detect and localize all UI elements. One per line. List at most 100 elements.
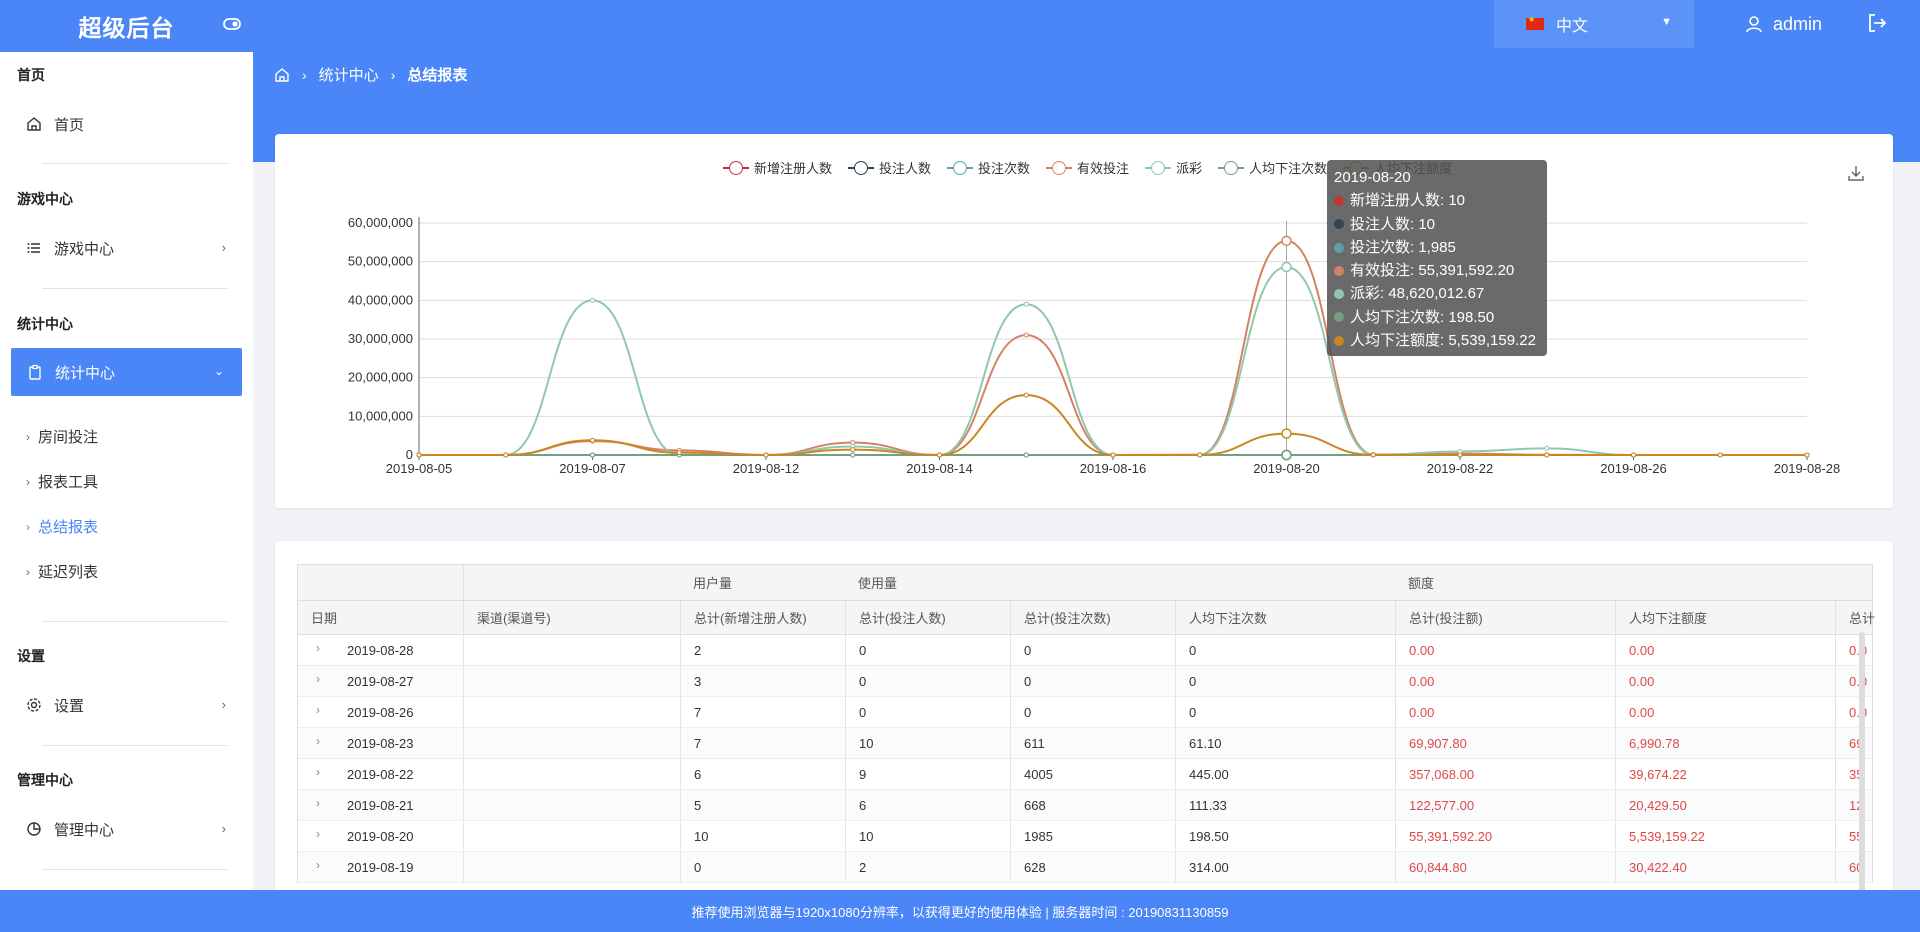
table-cell-channel — [463, 728, 680, 758]
table-cell-channel — [463, 852, 680, 882]
expand-row-icon[interactable]: › — [316, 672, 320, 686]
china-flag-icon — [1526, 15, 1544, 30]
data-point — [1370, 452, 1376, 458]
section-title-game: 游戏中心 — [17, 191, 73, 207]
data-point — [1804, 452, 1810, 458]
table-cell-bettors: 6 — [845, 790, 1010, 820]
table-cell-date: 2019-08-22 — [347, 766, 414, 782]
table-row[interactable]: ›2019-08-2820000.000.000.0 — [298, 635, 1872, 666]
expand-row-icon[interactable]: › — [316, 858, 320, 872]
user-menu[interactable]: admin — [1745, 0, 1822, 48]
table-row[interactable]: ›2019-08-2670000.000.000.0 — [298, 697, 1872, 728]
column-header[interactable]: 日期 — [298, 601, 463, 634]
series-line-6 — [419, 394, 1807, 457]
home-icon — [27, 117, 41, 131]
sidebar-item-admin-center[interactable]: 管理中心 › — [26, 818, 236, 840]
column-header[interactable]: 人均下注额度 — [1615, 601, 1835, 634]
expand-row-icon[interactable]: › — [316, 765, 320, 779]
sidebar-subitem-report-tools[interactable]: › 报表工具 — [26, 471, 98, 492]
data-point — [1281, 235, 1292, 247]
series-line-4 — [419, 266, 1807, 457]
expand-row-icon[interactable]: › — [316, 734, 320, 748]
table-cell-channel — [463, 666, 680, 696]
table-cell-bets: 628 — [1010, 852, 1175, 882]
sidebar-item-label: 首页 — [54, 116, 85, 134]
logout-icon[interactable] — [1866, 12, 1888, 37]
series-dot-icon — [1334, 289, 1344, 300]
home-icon[interactable] — [274, 67, 290, 83]
table-cell-channel — [463, 697, 680, 727]
x-tick-label: 2019-08-20 — [1253, 461, 1320, 476]
column-header[interactable]: 总计 — [1835, 601, 1893, 634]
table-row[interactable]: › 2019-08-19 0 2 628 314.00 60,844.80 30,422.40… — [298, 852, 1872, 883]
data-point — [1023, 332, 1029, 338]
table-cell-channel — [463, 821, 680, 851]
sidebar-item-label: 统计中心 — [55, 364, 116, 382]
column-header[interactable]: 总计(投注额) — [1395, 601, 1615, 634]
expand-row-icon[interactable]: › — [316, 827, 320, 841]
x-tick-label: 2019-08-26 — [1600, 461, 1667, 476]
sidebar-subitem-delay-list[interactable]: › 延迟列表 — [26, 561, 98, 582]
subitem-label: 房间投注 — [38, 429, 99, 446]
table-cell-amount: 0.00 — [1395, 635, 1615, 665]
y-tick-label: 40,000,000 — [348, 292, 413, 307]
subitem-label: 延迟列表 — [38, 564, 99, 581]
list-icon — [27, 243, 40, 253]
expand-row-icon[interactable]: › — [316, 641, 320, 655]
table-cell-bets: 4005 — [1010, 759, 1175, 789]
table-cell-reg: 6 — [680, 759, 845, 789]
table-cell-amount: 69,907.80 — [1395, 728, 1615, 758]
x-tick-label: 2019-08-12 — [733, 461, 800, 476]
table-cell-avg-amount: 6,990.78 — [1615, 728, 1835, 758]
sidebar-subitem-room-bets[interactable]: › 房间投注 — [26, 426, 98, 447]
pie-chart-icon — [27, 822, 41, 836]
data-point — [1717, 452, 1723, 458]
app-logo[interactable]: 超级后台 — [0, 0, 253, 52]
chevron-right-icon: › — [221, 697, 226, 712]
column-header[interactable]: 总计(新增注册人数) — [680, 601, 845, 634]
chevron-down-icon: ⌄ — [213, 364, 224, 378]
data-point — [503, 452, 509, 458]
table-cell-bettors: 2 — [845, 852, 1010, 882]
table-row[interactable]: › 2019-08-23 7 10 611 61.10 69,907.80 6,990.78 6… — [298, 728, 1872, 759]
sidebar-item-game-center[interactable]: 游戏中心 › — [26, 237, 236, 259]
table-cell-amount: 0.00 — [1395, 666, 1615, 696]
table-cell-avg-amount: 0.00 — [1615, 697, 1835, 727]
sidebar-item-stats-center[interactable]: 统计中心 ⌄ — [11, 348, 242, 396]
tooltip-row: 新增注册人数: 10 — [1334, 189, 1540, 212]
tooltip-date: 2019-08-20 — [1334, 169, 1411, 186]
sidebar-subitem-summary-report[interactable]: › 总结报表 — [26, 516, 98, 537]
table-cell-avg-amount: 30,422.40 — [1615, 852, 1835, 882]
tooltip-row-label: 投注人数: 10 — [1350, 215, 1436, 233]
table-row[interactable]: › 2019-08-21 5 6 668 111.33 122,577.00 20,429.5… — [298, 790, 1872, 821]
table-row[interactable]: › 2019-08-22 6 9 4005 445.00 357,068.00 39,674.… — [298, 759, 1872, 790]
table-cell-date: 2019-08-20 — [347, 828, 414, 844]
table-cell-bettors: 0 — [845, 697, 1010, 727]
sidebar-item-home[interactable]: 首页 — [26, 113, 236, 135]
expand-row-icon[interactable]: › — [316, 703, 320, 717]
table-cell-date: 2019-08-21 — [347, 797, 414, 813]
tooltip-row-label: 人均下注额度: 5,539,159.22 — [1350, 332, 1536, 350]
table-cell-amount: 60,844.80 — [1395, 852, 1615, 882]
column-header[interactable]: 渠道(渠道号) — [463, 601, 680, 634]
language-select[interactable]: 中文 ▼ — [1494, 0, 1694, 48]
table-row[interactable]: ›2019-08-2730000.000.000.0 — [298, 666, 1872, 697]
table-cell-avg-bets: 198.50 — [1175, 821, 1395, 851]
column-header[interactable]: 人均下注次数 — [1175, 601, 1395, 634]
breadcrumb-stats-center[interactable]: 统计中心 — [319, 64, 379, 85]
clipboard-icon — [29, 364, 41, 380]
gear-icon — [27, 698, 41, 712]
table-scrollbar[interactable] — [1859, 632, 1865, 892]
sidebar-toggle-icon[interactable] — [222, 14, 242, 34]
column-header[interactable]: 总计(投注人数) — [845, 601, 1010, 634]
table-cell-avg-bets: 61.10 — [1175, 728, 1395, 758]
sidebar-item-settings[interactable]: 设置 › — [26, 694, 236, 716]
table-row[interactable]: › 2019-08-20 10 10 1985 198.50 55,391,592.20 5,… — [298, 821, 1872, 852]
column-header[interactable]: 总计(投注次数) — [1010, 601, 1175, 634]
sidebar-item-label: 管理中心 — [54, 821, 115, 839]
table-cell-bets: 611 — [1010, 728, 1175, 758]
expand-row-icon[interactable]: › — [316, 796, 320, 810]
line-chart[interactable]: 0 10,000,000 20,000,000 30,000,000 40,000,00… — [275, 134, 1893, 508]
x-tick-label: 2019-08-07 — [559, 461, 626, 476]
user-icon — [1746, 16, 1762, 33]
